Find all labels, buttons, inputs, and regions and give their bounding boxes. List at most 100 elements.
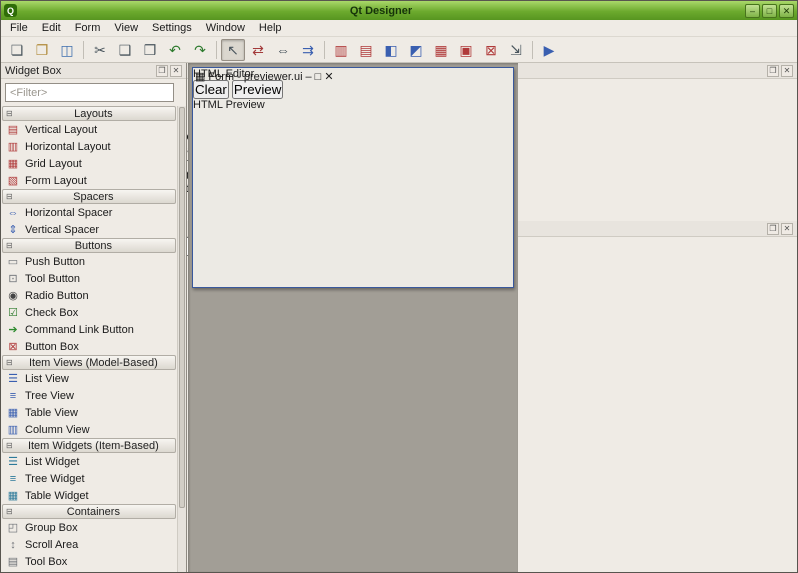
minimize-button[interactable]: – bbox=[745, 4, 760, 18]
layout-splitter-vertical-button[interactable]: ◩ bbox=[404, 39, 428, 61]
widget-item-tool-button[interactable]: ⊡Tool Button bbox=[1, 270, 177, 287]
widget-item-tree-view[interactable]: ≡Tree View bbox=[1, 387, 177, 404]
category-containers[interactable]: ⊟Containers bbox=[2, 504, 176, 519]
widget-item-push-button[interactable]: ▭Push Button bbox=[1, 253, 177, 270]
table-view-icon: ▦ bbox=[6, 406, 20, 419]
menu-form[interactable]: Form bbox=[68, 21, 108, 35]
menu-help[interactable]: Help bbox=[252, 21, 289, 35]
category-buttons[interactable]: ⊟Buttons bbox=[2, 238, 176, 253]
widget-box-title: Widget Box bbox=[5, 65, 154, 77]
category-collapse-icon: ⊟ bbox=[6, 241, 13, 250]
menu-window[interactable]: Window bbox=[199, 21, 252, 35]
widget-item-label: Button Box bbox=[25, 341, 79, 353]
widget-item-table-widget[interactable]: ▦Table Widget bbox=[1, 487, 177, 504]
cut-button[interactable]: ✂ bbox=[88, 39, 112, 61]
maximize-button[interactable]: □ bbox=[762, 4, 777, 18]
form-window-titlebar[interactable]: ▦ Form - previewer.ui – □ ✕ bbox=[193, 68, 513, 85]
window-buttons: – □ ✕ bbox=[745, 4, 794, 18]
new-form-button[interactable]: ❏ bbox=[5, 39, 29, 61]
layout-splitter-vertical-icon: ◩ bbox=[409, 43, 422, 57]
widget-item-scroll-area[interactable]: ↕Scroll Area bbox=[1, 536, 177, 553]
widget-item-label: Scroll Area bbox=[25, 539, 78, 551]
break-layout-button[interactable]: ⊠ bbox=[479, 39, 503, 61]
widget-item-horizontal-spacer[interactable]: ⇔Horizontal Spacer bbox=[1, 204, 177, 221]
category-label: Containers bbox=[15, 506, 172, 518]
widget-box-close-button[interactable]: ✕ bbox=[170, 65, 182, 77]
edit-signals-slots-button[interactable]: ⇄ bbox=[246, 39, 270, 61]
main-area: Widget Box ❐ ✕ ⊟Layouts▤Vertical Layout▥… bbox=[1, 63, 797, 572]
titlebar[interactable]: Q Qt Designer – □ ✕ bbox=[1, 1, 797, 20]
layout-splitter-horizontal-button[interactable]: ◧ bbox=[379, 39, 403, 61]
widget-item-tool-box[interactable]: ▤Tool Box bbox=[1, 553, 177, 570]
close-button[interactable]: ✕ bbox=[779, 4, 794, 18]
edit-buddies-button[interactable]: ⇔ bbox=[271, 39, 295, 61]
adjust-size-button[interactable]: ⇲ bbox=[504, 39, 528, 61]
object-inspector-float-button[interactable]: ❐ bbox=[767, 65, 779, 77]
form-maximize-button[interactable]: □ bbox=[315, 71, 322, 83]
widget-item-list-view[interactable]: ☰List View bbox=[1, 370, 177, 387]
widget-item-command-link-button[interactable]: ➔Command Link Button bbox=[1, 321, 177, 338]
widget-item-horizontal-layout[interactable]: ▥Horizontal Layout bbox=[1, 138, 177, 155]
edit-signals-slots-icon: ⇄ bbox=[252, 43, 264, 57]
paste-button[interactable]: ❒ bbox=[138, 39, 162, 61]
category-item-views-model-based[interactable]: ⊟Item Views (Model-Based) bbox=[2, 355, 176, 370]
widget-box-filter-input[interactable] bbox=[5, 83, 174, 102]
widget-item-label: Radio Button bbox=[25, 290, 89, 302]
widget-item-grid-layout[interactable]: ▦Grid Layout bbox=[1, 155, 177, 172]
menu-edit[interactable]: Edit bbox=[35, 21, 68, 35]
widget-item-label: Grid Layout bbox=[25, 158, 82, 170]
layout-horizontally-button[interactable]: ▥ bbox=[329, 39, 353, 61]
paste-icon: ❒ bbox=[144, 43, 157, 57]
menu-settings[interactable]: Settings bbox=[145, 21, 199, 35]
category-spacers[interactable]: ⊟Spacers bbox=[2, 189, 176, 204]
edit-widgets-button[interactable]: ↖ bbox=[221, 39, 245, 61]
widget-item-label: Group Box bbox=[25, 522, 78, 534]
redo-button[interactable]: ↷ bbox=[188, 39, 212, 61]
undo-icon: ↶ bbox=[169, 43, 181, 57]
scrollbar-thumb[interactable] bbox=[179, 107, 185, 508]
category-layouts[interactable]: ⊟Layouts bbox=[2, 106, 176, 121]
widget-box-scrollbar[interactable] bbox=[177, 106, 186, 572]
widget-item-column-view[interactable]: ▥Column View bbox=[1, 421, 177, 438]
copy-button[interactable]: ❑ bbox=[113, 39, 137, 61]
open-form-icon: ❐ bbox=[36, 43, 49, 57]
edit-tab-order-button[interactable]: ⇉ bbox=[296, 39, 320, 61]
widget-item-button-box[interactable]: ⊠Button Box bbox=[1, 338, 177, 355]
widget-box-header: Widget Box ❐ ✕ bbox=[1, 63, 186, 79]
object-inspector-close-button[interactable]: ✕ bbox=[781, 65, 793, 77]
widget-item-vertical-spacer[interactable]: ⇕Vertical Spacer bbox=[1, 221, 177, 238]
widget-box-float-button[interactable]: ❐ bbox=[156, 65, 168, 77]
widget-item-group-box[interactable]: ◰Group Box bbox=[1, 519, 177, 536]
window-icon: Q bbox=[4, 4, 17, 17]
window-title: Qt Designer bbox=[20, 5, 742, 17]
menu-file[interactable]: File bbox=[3, 21, 35, 35]
widget-item-label: Table View bbox=[25, 407, 78, 419]
widget-item-check-box[interactable]: ☑Check Box bbox=[1, 304, 177, 321]
widget-item-radio-button[interactable]: ◉Radio Button bbox=[1, 287, 177, 304]
undo-button[interactable]: ↶ bbox=[163, 39, 187, 61]
widget-item-vertical-layout[interactable]: ▤Vertical Layout bbox=[1, 121, 177, 138]
save-form-button[interactable]: ◫ bbox=[55, 39, 79, 61]
preview-group-box[interactable]: HTML Preview bbox=[193, 99, 513, 111]
widget-item-tree-widget[interactable]: ≡Tree Widget bbox=[1, 470, 177, 487]
preview-button[interactable]: ▶ bbox=[537, 39, 561, 61]
qt-designer-window: Q Qt Designer – □ ✕ FileEditFormViewSett… bbox=[0, 0, 798, 573]
form-minimize-button[interactable]: – bbox=[306, 71, 312, 83]
menu-view[interactable]: View bbox=[107, 21, 145, 35]
category-label: Item Views (Model-Based) bbox=[15, 357, 172, 369]
widget-item-table-view[interactable]: ▦ Table View bbox=[1, 404, 177, 421]
layout-grid-button[interactable]: ▦ bbox=[429, 39, 453, 61]
widget-box-panel: Widget Box ❐ ✕ ⊟Layouts▤Vertical Layout▥… bbox=[1, 63, 187, 572]
adjust-size-icon: ⇲ bbox=[510, 43, 522, 57]
form-close-button[interactable]: ✕ bbox=[324, 70, 333, 83]
layout-vertically-icon: ▤ bbox=[359, 43, 372, 57]
property-editor-close-button[interactable]: ✕ bbox=[781, 223, 793, 235]
layout-vertically-button[interactable]: ▤ bbox=[354, 39, 378, 61]
layout-form-button[interactable]: ▣ bbox=[454, 39, 478, 61]
property-editor-float-button[interactable]: ❐ bbox=[767, 223, 779, 235]
category-item-widgets-item-based[interactable]: ⊟Item Widgets (Item-Based) bbox=[2, 438, 176, 453]
widget-item-list-widget[interactable]: ☰List Widget bbox=[1, 453, 177, 470]
open-form-button[interactable]: ❐ bbox=[30, 39, 54, 61]
widget-item-label: Vertical Spacer bbox=[25, 224, 99, 236]
widget-item-form-layout[interactable]: ▧Form Layout bbox=[1, 172, 177, 189]
